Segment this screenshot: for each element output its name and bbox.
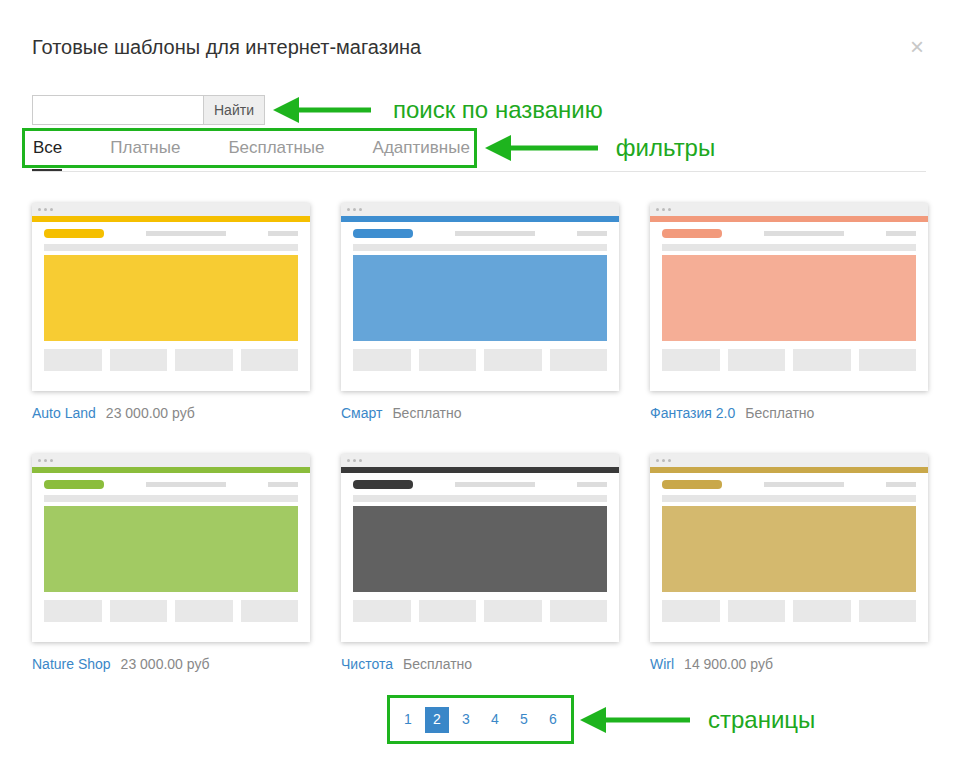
search-row: Найти поиск по названию (32, 95, 926, 125)
page-button[interactable]: 2 (425, 707, 449, 733)
template-caption: Фантазия 2.0 Бесплатно (650, 403, 928, 424)
arrow-left-icon (580, 705, 692, 735)
template-price: Бесплатно (745, 403, 814, 424)
preview-items (44, 600, 298, 622)
preview-header (341, 222, 619, 244)
preview-menu (44, 244, 298, 251)
preview-header (32, 222, 310, 244)
template-name[interactable]: Фантазия 2.0 (650, 403, 735, 424)
preview-items (44, 349, 298, 371)
preview-chrome (341, 203, 619, 216)
filter-tab[interactable]: Все (33, 135, 62, 161)
template-caption: Auto Land 23 000.00 руб (32, 403, 310, 424)
template-caption: Nature Shop 23 000.00 руб (32, 654, 310, 675)
filter-tab[interactable]: Адаптивные (373, 135, 470, 161)
preview-chrome (341, 454, 619, 467)
template-card: Чистота Бесплатно (341, 454, 619, 675)
template-price: 14 900.00 руб (684, 654, 773, 675)
template-name[interactable]: Wirl (650, 654, 674, 675)
template-card: Auto Land 23 000.00 руб (32, 203, 310, 424)
search-input[interactable] (32, 95, 204, 125)
template-preview[interactable] (341, 454, 619, 642)
annotation-label: фильтры (616, 134, 715, 161)
template-caption: Смарт Бесплатно (341, 403, 619, 424)
template-card: Фантазия 2.0 Бесплатно (650, 203, 928, 424)
preview-nav (650, 467, 928, 473)
preview-chrome (650, 454, 928, 467)
template-name[interactable]: Смарт (341, 403, 382, 424)
templates-dialog: Готовые шаблоны для интернет-магазина × На… (0, 0, 959, 763)
template-name[interactable]: Auto Land (32, 403, 96, 424)
preview-nav (341, 216, 619, 222)
dialog-header: Готовые шаблоны для интернет-магазина × (32, 34, 926, 60)
preview-menu (44, 495, 298, 502)
close-button[interactable]: × (910, 35, 926, 59)
preview-menu (353, 495, 607, 502)
preview-hero (353, 255, 607, 341)
template-preview[interactable] (650, 454, 928, 642)
preview-chrome (650, 203, 928, 216)
preview-items (662, 349, 916, 371)
template-name[interactable]: Чистота (341, 654, 393, 675)
template-caption: Чистота Бесплатно (341, 654, 619, 675)
template-card: Смарт Бесплатно (341, 203, 619, 424)
template-preview[interactable] (32, 454, 310, 642)
template-price: Бесплатно (403, 654, 472, 675)
template-price: 23 000.00 руб (121, 654, 210, 675)
preview-header (650, 222, 928, 244)
preview-menu (662, 244, 916, 251)
preview-menu (353, 244, 607, 251)
arrow-left-icon (273, 95, 373, 125)
preview-chrome (32, 454, 310, 467)
page-button[interactable]: 3 (454, 707, 478, 733)
preview-menu (662, 495, 916, 502)
arrow-left-icon (485, 133, 600, 163)
preview-items (353, 349, 607, 371)
template-name[interactable]: Nature Shop (32, 654, 111, 675)
filters-row: Все Платные Бесплатные Адаптивные фильтры (22, 128, 926, 168)
preview-header (650, 473, 928, 495)
filter-tab[interactable]: Платные (110, 135, 180, 161)
dialog-title: Готовые шаблоны для интернет-магазина (32, 32, 421, 62)
preview-chrome (32, 203, 310, 216)
preview-items (353, 600, 607, 622)
preview-nav (650, 216, 928, 222)
preview-nav (32, 467, 310, 473)
preview-hero (44, 506, 298, 592)
template-preview[interactable] (32, 203, 310, 391)
preview-hero (44, 255, 298, 341)
template-price: Бесплатно (392, 403, 461, 424)
preview-hero (353, 506, 607, 592)
template-card: Wirl 14 900.00 руб (650, 454, 928, 675)
filter-tab[interactable]: Бесплатные (228, 135, 324, 161)
preview-hero (662, 506, 916, 592)
page-button[interactable]: 4 (483, 707, 507, 733)
preview-items (662, 600, 916, 622)
filters-divider (32, 171, 926, 172)
template-preview[interactable] (650, 203, 928, 391)
page-button[interactable]: 1 (396, 707, 420, 733)
pagination-highlight: 123456 (387, 695, 574, 744)
search-button[interactable]: Найти (204, 95, 265, 125)
preview-nav (32, 216, 310, 222)
template-preview[interactable] (341, 203, 619, 391)
template-price: 23 000.00 руб (106, 403, 195, 424)
preview-hero (662, 255, 916, 341)
annotation-label: страницы (708, 706, 815, 733)
template-caption: Wirl 14 900.00 руб (650, 654, 928, 675)
page-button[interactable]: 6 (541, 707, 565, 733)
filters-highlight: Все Платные Бесплатные Адаптивные (22, 128, 477, 168)
page-button[interactable]: 5 (512, 707, 536, 733)
template-card: Nature Shop 23 000.00 руб (32, 454, 310, 675)
preview-nav (341, 467, 619, 473)
templates-grid: Auto Land23 000.00 рубСмартБесплатноФант… (32, 203, 926, 675)
preview-header (341, 473, 619, 495)
annotation-label: поиск по названию (393, 96, 603, 123)
pagination-row: 123456 страницы (32, 695, 926, 744)
preview-header (32, 473, 310, 495)
